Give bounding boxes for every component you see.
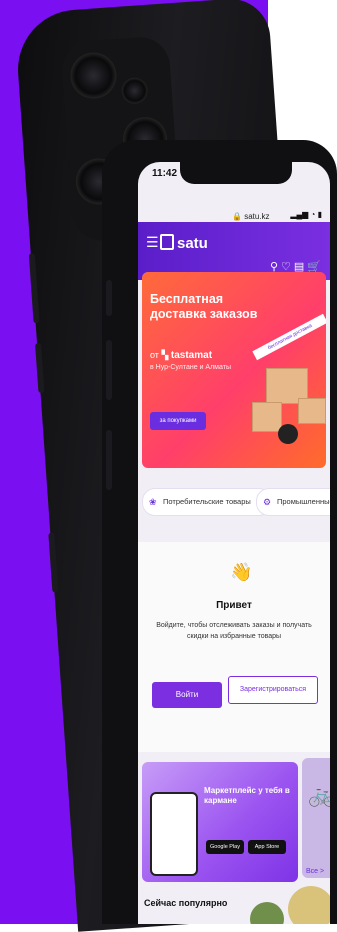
url-bar[interactable]: 🔒 satu.kz	[232, 212, 270, 221]
popular-heading: Сейчас популярно	[144, 898, 228, 908]
parcel-box-icon	[252, 402, 282, 432]
gift-icon: ❀	[149, 497, 157, 507]
side-button	[106, 430, 112, 490]
greeting-subtitle: Войдите, чтобы отслеживать заказы и полу…	[156, 622, 312, 640]
phone-screen: 11:42 🔒 satu.kz ▂▄▆ ◔ ▮ ☰ satu ⚲♡▤🛒 Бесп…	[138, 162, 330, 924]
category-label: Промышленные товары	[277, 497, 330, 506]
status-time: 11:42	[152, 168, 178, 179]
banner-brand-name: tastamat	[170, 350, 213, 361]
side-button	[106, 280, 112, 316]
register-button[interactable]: Зарегистрироваться	[228, 676, 318, 704]
greeting-title: Привет	[216, 600, 252, 611]
app-store-button[interactable]: App Store	[248, 840, 286, 854]
notch	[180, 162, 292, 184]
banner-brand: от ▚ tastamat	[150, 350, 212, 361]
category-chips: ❀ Потребительские товары ⚙ Промышленные то…	[142, 488, 330, 518]
app-promo-banner[interactable]: Маркетплейс у тебя в кармане Google Play…	[142, 762, 298, 882]
banner-brand-prefix: от	[150, 350, 159, 360]
promo-title: Маркетплейс у тебя в кармане	[204, 786, 290, 805]
logo-text: satu	[177, 235, 208, 252]
side-button	[106, 340, 112, 400]
parcel-box-icon	[298, 398, 326, 424]
camera-lens-icon	[68, 51, 119, 101]
banner-title: Бесплатная доставка заказов	[150, 292, 258, 321]
banner-cities: в Нур-Султане и Алматы	[150, 364, 231, 371]
gear-icon: ⚙	[263, 497, 272, 507]
status-icons: ▂▄▆ ◔ ▮	[290, 210, 322, 219]
category-chip-consumer[interactable]: ❀ Потребительские товары	[142, 488, 272, 516]
delivery-ribbon: бесплатная доставка	[252, 313, 326, 361]
greeting-card: 👋 Привет Войдите, чтобы отслеживать зака…	[138, 542, 330, 752]
google-play-button[interactable]: Google Play	[206, 840, 244, 854]
popular-item-image[interactable]	[288, 886, 330, 924]
all-link[interactable]: Все >	[306, 868, 324, 875]
url-text: satu.kz	[244, 212, 270, 221]
category-label: Потребительские товары	[163, 497, 251, 506]
promo-banner[interactable]: Бесплатная доставка заказов от ▚ tastama…	[142, 272, 326, 468]
popular-item-image[interactable]	[250, 902, 284, 924]
phone-mockup-icon	[150, 792, 198, 876]
hamburger-menu-icon[interactable]: ☰	[146, 234, 159, 251]
wave-hand-icon: 👋	[230, 562, 253, 582]
category-chip-industrial[interactable]: ⚙ Промышленные товары	[256, 488, 330, 516]
logo-mark-icon	[160, 234, 174, 250]
bicycle-icon: 🚲	[308, 782, 330, 807]
camera-lens-icon	[120, 76, 149, 105]
kettlebell-icon	[278, 424, 298, 444]
login-button[interactable]: Войти	[152, 682, 222, 708]
shop-button[interactable]: за покупками	[150, 412, 206, 430]
logo[interactable]: satu	[160, 234, 208, 252]
secondary-promo-banner[interactable]	[302, 758, 330, 878]
tastamat-logo-icon: ▚	[161, 350, 169, 360]
